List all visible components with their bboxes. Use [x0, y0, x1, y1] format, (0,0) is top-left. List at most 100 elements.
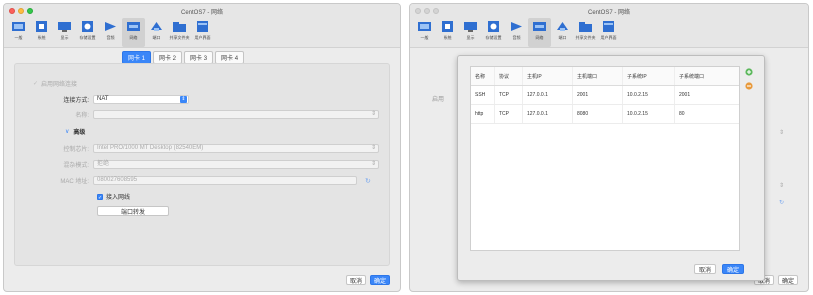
mac-address-value: 080027608595	[97, 177, 138, 183]
port-forwarding-button[interactable]: 端口转发	[97, 206, 169, 216]
toolbar-item-label: 显示	[466, 35, 475, 40]
enable-adapter-label: 启用网络连接	[41, 82, 78, 88]
column-header-protocol[interactable]: 协议	[495, 67, 523, 85]
general-icon	[418, 22, 431, 31]
column-header-host-ip[interactable]: 主机IP	[523, 67, 573, 85]
settings-window-network: CentOS7 - 网络 一般 系统 显示 存储设置 音频 网络 端口 共享文件夹 用户界面 网…	[3, 3, 401, 292]
name-label: 名称:	[75, 113, 89, 119]
toolbar-item-ports[interactable]: 端口	[145, 18, 168, 47]
cancel-button[interactable]: 取消	[346, 275, 366, 285]
cell-host-ip[interactable]: 127.0.0.1	[523, 105, 573, 123]
cell-name[interactable]: http	[471, 105, 495, 123]
shared-folders-icon	[579, 22, 592, 32]
cell-guest-ip[interactable]: 10.0.2.15	[623, 86, 675, 104]
promiscuous-row: 混杂模式: 拒绝 ⇕	[15, 160, 387, 169]
settings-toolbar: 一般 系统 显示 存储设置 音频 网络 端口 共享文件夹 用户界面	[4, 18, 400, 48]
ok-button[interactable]: 确定	[778, 275, 798, 285]
advanced-label: 高级	[73, 130, 86, 136]
dialog-cancel-button[interactable]: 取消	[694, 264, 716, 274]
toolbar-item-label: 一般	[14, 35, 23, 40]
toolbar-item-label: 端口	[558, 35, 567, 40]
promiscuous-select[interactable]: 拒绝 ⇕	[93, 160, 379, 169]
toolbar-item-general[interactable]: 一般	[7, 18, 30, 47]
cell-protocol[interactable]: TCP	[495, 105, 523, 123]
toolbar-item-label: 一般	[420, 35, 429, 40]
name-select[interactable]: ⇕	[93, 110, 379, 119]
cell-host-port[interactable]: 8080	[573, 105, 623, 123]
remove-rule-icon[interactable]	[745, 82, 753, 90]
adapter-type-select[interactable]: Intel PRO/1000 MT Desktop (82540EM) ⇕	[93, 144, 379, 153]
port-forwarding-dialog: 名称 协议 主机IP 主机端口 子系统IP 子系统端口 SSH TCP 127.…	[457, 55, 765, 281]
toolbar-item-system[interactable]: 系统	[436, 18, 459, 47]
toolbar-item-display[interactable]: 显示	[459, 18, 482, 47]
toolbar-item-storage[interactable]: 存储设置	[482, 18, 505, 47]
display-icon	[464, 22, 477, 32]
cell-guest-port[interactable]: 80	[675, 105, 723, 123]
add-rule-icon[interactable]	[745, 68, 753, 76]
ports-icon	[557, 22, 568, 31]
attached-to-label: 连接方式:	[63, 98, 89, 104]
storage-icon	[82, 21, 93, 32]
user-interface-icon	[197, 21, 208, 32]
column-header-guest-port[interactable]: 子系统端口	[675, 67, 723, 85]
cell-guest-ip[interactable]: 10.0.2.15	[623, 105, 675, 123]
column-header-host-port[interactable]: 主机端口	[573, 67, 623, 85]
disclosure-down-icon: ∨	[65, 129, 70, 135]
toolbar-item-label: 存储设置	[485, 35, 502, 40]
toolbar-item-audio[interactable]: 音频	[99, 18, 122, 47]
chevron-updown-icon: ⇕	[180, 96, 187, 103]
table-header: 名称 协议 主机IP 主机端口 子系统IP 子系统端口	[471, 67, 739, 86]
toolbar-item-shared-folders[interactable]: 共享文件夹	[168, 18, 191, 47]
storage-icon	[488, 21, 499, 32]
window-title: CentOS7 - 网络	[180, 10, 223, 16]
user-interface-icon	[603, 21, 614, 32]
audio-icon	[105, 22, 116, 31]
title-bar: CentOS7 - 网络	[410, 4, 808, 18]
toolbar-item-system[interactable]: 系统	[30, 18, 53, 47]
system-icon	[442, 21, 453, 32]
checkmark-icon[interactable]: ✓	[33, 80, 38, 87]
toolbar-item-network[interactable]: 网络	[122, 18, 145, 47]
column-header-guest-ip[interactable]: 子系统IP	[623, 67, 675, 85]
toolbar-item-display[interactable]: 显示	[53, 18, 76, 47]
adapter-type-row: 控制芯片: Intel PRO/1000 MT Desktop (82540EM…	[15, 144, 387, 153]
ok-button[interactable]: 确定	[370, 275, 390, 285]
settings-toolbar: 一般 系统 显示 存储设置 音频 网络 端口 共享文件夹 用户界面	[410, 18, 808, 48]
toolbar-item-general[interactable]: 一般	[413, 18, 436, 47]
cable-connected-checkbox[interactable]: ✓	[97, 193, 103, 201]
toolbar-item-label: 共享文件夹	[575, 35, 596, 40]
toolbar-item-ports[interactable]: 端口	[551, 18, 574, 47]
name-row: 名称: ⇕	[15, 110, 387, 119]
toolbar-item-label: 用户界面	[194, 35, 211, 40]
cell-guest-port[interactable]: 2001	[675, 86, 723, 104]
toolbar-item-storage[interactable]: 存储设置	[76, 18, 99, 47]
toolbar-item-user-interface[interactable]: 用户界面	[597, 18, 620, 47]
toolbar-item-label: 系统	[37, 35, 46, 40]
cell-protocol[interactable]: TCP	[495, 86, 523, 104]
refresh-mac-icon[interactable]: ↻	[365, 177, 371, 185]
attached-to-select[interactable]: NAT ⇕	[93, 95, 189, 104]
promiscuous-label: 混杂模式:	[63, 163, 89, 169]
cell-host-ip[interactable]: 127.0.0.1	[523, 86, 573, 104]
mac-address-row: MAC 地址: 080027608595 ↻	[15, 176, 387, 185]
display-icon	[58, 22, 71, 32]
toolbar-item-network[interactable]: 网络	[528, 18, 551, 47]
mac-address-label: MAC 地址:	[60, 179, 89, 185]
toolbar-item-user-interface[interactable]: 用户界面	[191, 18, 214, 47]
cell-name[interactable]: SSH	[471, 86, 495, 104]
toolbar-item-audio[interactable]: 音频	[505, 18, 528, 47]
table-row[interactable]: http TCP 127.0.0.1 8080 10.0.2.15 80	[471, 105, 739, 124]
toolbar-item-shared-folders[interactable]: 共享文件夹	[574, 18, 597, 47]
advanced-toggle[interactable]: ∨ 高级	[65, 127, 85, 136]
promiscuous-value: 拒绝	[97, 161, 110, 167]
cell-host-port[interactable]: 2001	[573, 86, 623, 104]
attached-to-row: 连接方式: NAT ⇕	[15, 95, 387, 104]
table-row[interactable]: SSH TCP 127.0.0.1 2001 10.0.2.15 2001	[471, 86, 739, 105]
dialog-ok-button[interactable]: 确定	[722, 264, 744, 274]
window-title: CentOS7 - 网络	[587, 10, 630, 16]
column-header-name[interactable]: 名称	[471, 67, 495, 85]
port-forwarding-table: 名称 协议 主机IP 主机端口 子系统IP 子系统端口 SSH TCP 127.…	[470, 66, 740, 251]
system-icon	[36, 21, 47, 32]
mac-address-input[interactable]: 080027608595	[93, 176, 357, 185]
adapter-type-label: 控制芯片:	[63, 147, 89, 153]
